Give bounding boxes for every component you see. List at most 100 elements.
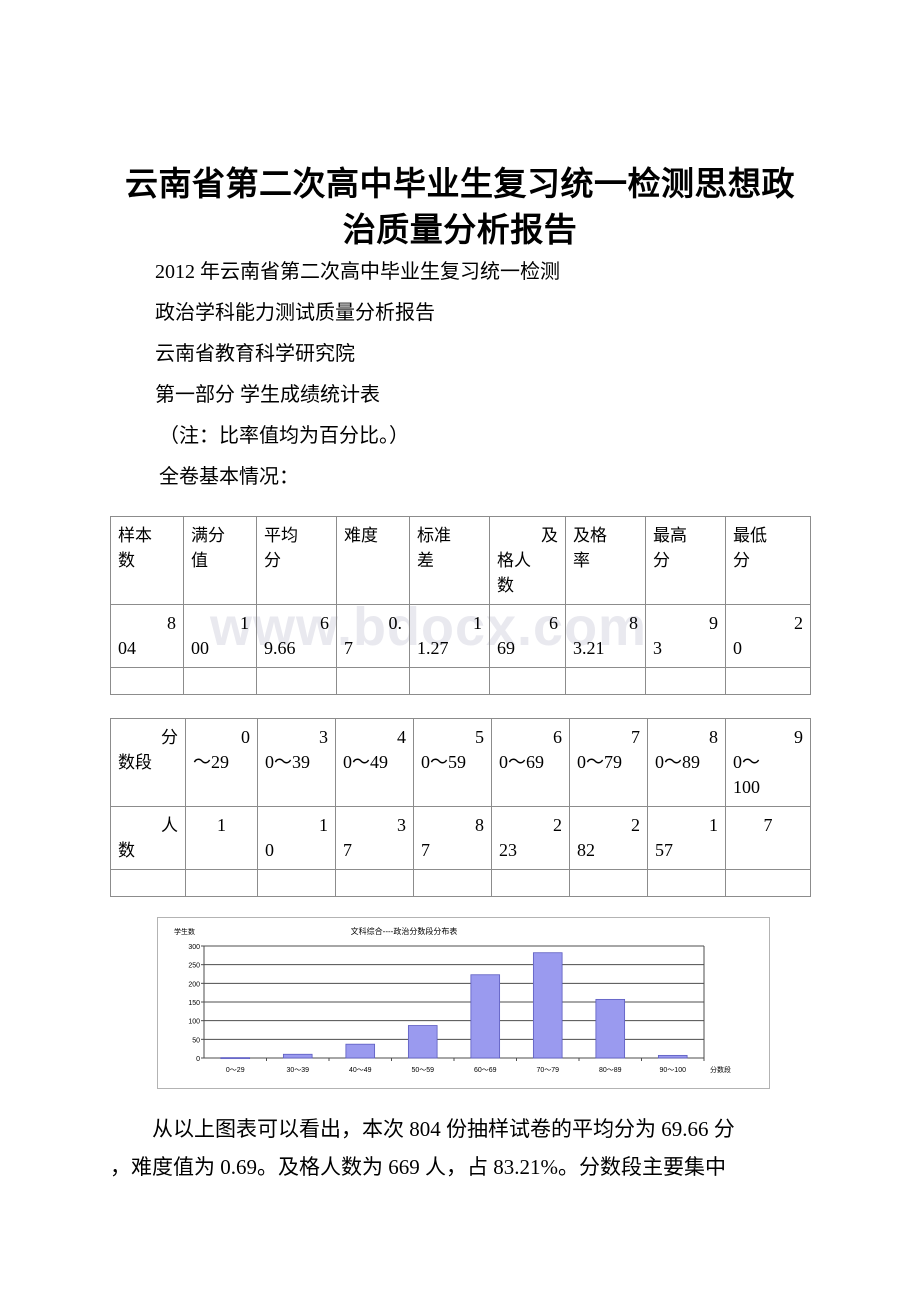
cell-line: 数 [497,576,514,595]
summary-paragraph: 从以上图表可以看出，本次 804 份抽样试卷的平均分为 69.66 分 ，难度值… [110,1110,820,1186]
value-cell-std-dev: 1 1.27 [409,604,490,668]
value-cell-count: 1 0 [257,806,336,870]
header-cell-band: 8 0～89 [647,718,726,807]
chart-y-tick-label: 0 [196,1056,200,1063]
empty-cell [569,869,648,897]
cell-line: 分 [733,551,750,570]
cell-line: 2 [631,815,640,835]
cell-line: 4 [397,727,406,747]
chart-bar [595,998,626,1059]
header-cell-pass-count: 及 格人 数 [489,516,566,605]
empty-cell [489,667,566,695]
score-distribution-chart: 学生数 文科综合----政治分数段分布表 0 50 100 150 200 250 300 0～2… [157,917,770,1089]
chart-y-tick-label: 200 [188,981,200,988]
empty-cell [183,667,257,695]
empty-cell [110,667,184,695]
score-band-table: 分 数段 0 ～29 3 0～39 4 0～49 5 0～59 6 0～69 7… [110,718,811,897]
cell-line: 标准 [417,526,451,545]
value-cell-count: 8 7 [413,806,492,870]
cell-line: 样本 [118,526,152,545]
empty-cell [185,869,258,897]
cell-line: 人 [161,816,178,835]
overall-stats-table: 样本 数 满分 值 平均 分 难度 标准 差 及 格人 数 及格 率 最高 分 … [110,516,811,695]
header-cell-band: 5 0～59 [413,718,492,807]
chart-bar [657,1054,688,1059]
cell-line: 04 [118,638,136,658]
cell-line: 0～ [733,752,760,772]
cell-line: 数 [118,841,135,860]
header-cell-count-label: 人 数 [110,806,186,870]
cell-line: 57 [655,840,673,860]
cell-line: 7 [344,638,353,658]
cell-line: 1 [709,815,718,835]
chart-y-tick-label: 300 [188,944,200,951]
empty-cell [413,869,492,897]
chart-y-tick-label: 50 [192,1037,200,1044]
cell-line: 0 [265,840,274,860]
header-cell-band: 4 0～49 [335,718,414,807]
cell-line: 7 [343,840,352,860]
cell-line: 6 [553,727,562,747]
cell-line: 1 [217,815,226,835]
cell-line: 数 [118,551,135,570]
cell-line: 1 [240,613,249,633]
cell-line: 最高 [653,526,687,545]
header-cell-band-label: 分 数段 [110,718,186,807]
cell-line: 5 [475,727,484,747]
chart-x-axis-label: 分数段 [710,1065,731,1074]
intro-line: 政治学科能力测试质量分析报告 [155,302,435,324]
chart-x-tick-label: 90～100 [660,1067,687,1074]
header-cell-highest: 最高 分 [645,516,726,605]
empty-cell [725,667,811,695]
cell-line: 数段 [118,753,152,772]
chart-bar [407,1025,438,1059]
table-row-header: 分 数段 0 ～29 3 0～39 4 0～49 5 0～59 6 0～69 7… [110,718,811,807]
cell-line: 2 [553,815,562,835]
empty-cell [110,869,186,897]
chart-y-tick-label: 250 [188,963,200,970]
chart-x-tick-label: 60～69 [474,1067,497,1074]
intro-line: （注：比率值均为百分比。） [159,425,409,447]
cell-line: 1.27 [417,638,449,658]
empty-cell [256,667,337,695]
cell-line: 及 [541,526,558,545]
cell-line: 差 [417,551,434,570]
cell-line: 3.21 [573,638,605,658]
cell-line: 值 [191,551,208,570]
header-cell-lowest: 最低 分 [725,516,811,605]
cell-line: 0～39 [265,752,310,772]
cell-line: 8 [475,815,484,835]
cell-line: 分 [653,551,670,570]
cell-line: 69 [497,638,515,658]
value-cell-count: 1 57 [647,806,726,870]
cell-line: 0～89 [655,752,700,772]
chart-x-tick-label: 0～29 [226,1067,245,1074]
empty-cell [725,869,811,897]
chart-y-tick-label: 150 [188,1000,200,1007]
empty-cell [491,869,570,897]
chart-x-tick-label: 70～79 [536,1067,559,1074]
header-cell-full-mark: 满分 值 [183,516,257,605]
cell-line: 0. [388,613,403,633]
value-cell-pass-count: 6 69 [489,604,566,668]
cell-line: 7 [763,815,773,835]
cell-line: 3 [319,727,328,747]
summary-line: ，难度值为 0.69。及格人数为 669 人，占 83.21%。分数段主要集中 [110,1155,726,1179]
chart-x-tick-label: 30～39 [286,1067,309,1074]
chart-canvas: 学生数 文科综合----政治分数段分布表 0 50 100 150 200 250 300 0～2… [174,926,731,1074]
chart-bar [532,952,563,1059]
header-cell-band: 7 0～79 [569,718,648,807]
header-cell-band: 9 0～ 100 [725,718,811,807]
table-row-empty [110,869,811,897]
table-row-empty [110,667,811,695]
cell-line: 0 [241,727,250,747]
intro-line: 云南省教育科学研究院 [155,343,355,365]
cell-line: 满分 [191,526,225,545]
intro-line: 第一部分 学生成绩统计表 [155,384,380,406]
cell-line: 8 [709,727,718,747]
cell-line: 3 [397,815,406,835]
cell-line: 0～69 [499,752,544,772]
chart-x-tick-label: 80～89 [599,1067,622,1074]
chart-bar [470,974,501,1059]
value-cell-difficulty: 0. 7 [336,604,410,668]
